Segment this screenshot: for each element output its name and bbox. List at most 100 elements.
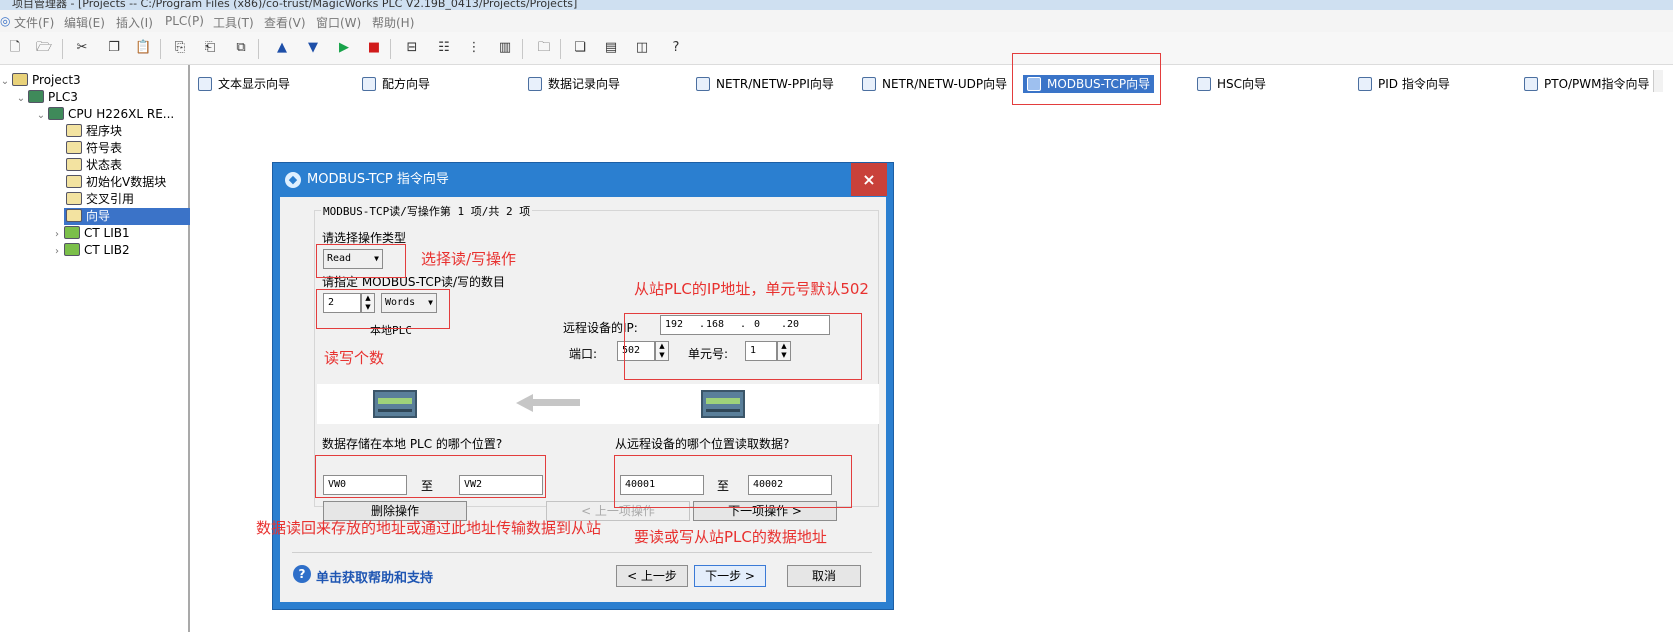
menu-help[interactable]: 帮助(H): [372, 14, 414, 31]
cut-icon[interactable]: ✂: [74, 40, 90, 56]
toolbar-separator: [560, 39, 561, 59]
data-block-icon: [66, 175, 82, 188]
document-icon: [1524, 77, 1538, 91]
menu-plc[interactable]: PLC(P): [165, 14, 204, 28]
project-icon: [12, 73, 28, 86]
library-icon: [64, 243, 80, 256]
tree-item-ct-lib2[interactable]: › CT LIB2: [52, 242, 130, 259]
remote-read-label: 从远程设备的哪个位置读取数据?: [615, 437, 790, 451]
toolbar-separator: [160, 39, 161, 59]
tree-item-wizard[interactable]: 向导: [64, 208, 190, 225]
local-store-label: 数据存储在本地 PLC 的哪个位置?: [322, 437, 503, 451]
tree-item-project[interactable]: ⌄ Project3: [0, 72, 81, 89]
text-display-icon: [198, 77, 212, 91]
wizard-pto-pwm[interactable]: PTO/PWM指令向导: [1524, 75, 1650, 93]
tree-icon[interactable]: ☷: [436, 40, 452, 56]
highlight-box-op-type: [316, 244, 406, 278]
close-button[interactable]: ×: [851, 163, 887, 196]
toolbar-separator: [390, 39, 391, 59]
local-plc-icon: [373, 390, 417, 418]
wizard-bar-scrollbar[interactable]: [1653, 70, 1663, 92]
arrow-left-icon: [532, 399, 580, 406]
menu-bar: ◎ 文件(F) 编辑(E) 插入(I) PLC(P) 工具(T) 查看(V) 窗…: [0, 10, 1673, 32]
open-folder-icon[interactable]: 🗁: [36, 40, 52, 56]
tree-item-cpu[interactable]: ⌄ CPU H226XL RE...: [36, 106, 174, 123]
status-icon[interactable]: ⊟: [404, 40, 420, 56]
symbol-table-icon: [66, 141, 82, 154]
wizard-icon: [66, 209, 82, 222]
paste-icon[interactable]: 📋: [135, 40, 151, 56]
group-title: MODBUS-TCP读/写操作第 1 项/共 2 项: [321, 203, 533, 219]
annotation-local-addr: 数据读回来存放的地址或通过此地址传输数据到从站: [256, 519, 602, 537]
toolbar-separator: [522, 39, 523, 59]
cross-reference-icon: [66, 192, 82, 205]
data-log-icon: [528, 77, 542, 91]
annotation-rw-count: 读写个数: [324, 349, 385, 367]
menu-edit[interactable]: 编辑(E): [64, 14, 105, 31]
menu-insert[interactable]: 插入(I): [116, 14, 153, 31]
tree-item-data-block[interactable]: 初始化V数据块: [64, 174, 166, 191]
tree-item-cross-reference[interactable]: 交叉引用: [64, 191, 134, 208]
wizard-netr-netw-udp[interactable]: NETR/NETW-UDP向导: [862, 75, 1007, 93]
collapse-icon[interactable]: ⌄: [36, 107, 46, 124]
program-block-icon: [66, 124, 82, 137]
tree-item-symbol-table[interactable]: 符号表: [64, 140, 122, 157]
import-icon[interactable]: ⎘: [172, 40, 188, 56]
arrow-left-head: [516, 394, 533, 412]
document-icon: [696, 77, 710, 91]
next-button[interactable]: 下一步 >: [694, 565, 766, 587]
folder-up-icon[interactable]: 🗀: [536, 40, 552, 56]
upload-icon[interactable]: ▲: [274, 40, 290, 56]
back-button[interactable]: < 上一步: [616, 565, 688, 587]
wizard-data-log[interactable]: 数据记录向导: [528, 75, 620, 93]
highlight-box-remote-addr: [614, 455, 852, 508]
compile-icon[interactable]: ⧉: [233, 40, 249, 56]
download-icon[interactable]: ▼: [305, 40, 321, 56]
list-icon[interactable]: ⋮: [466, 40, 482, 56]
collapse-icon[interactable]: ⌄: [0, 73, 10, 90]
annotation-op-select: 选择读/写操作: [421, 250, 517, 268]
help-link[interactable]: 单击获取帮助和支持: [316, 567, 433, 586]
tree-item-ct-lib1[interactable]: › CT LIB1: [52, 225, 130, 242]
menu-window[interactable]: 窗口(W): [316, 14, 361, 31]
tree-item-plc[interactable]: ⌄ PLC3: [16, 89, 78, 106]
copy-icon[interactable]: ❐: [106, 40, 122, 56]
table-icon[interactable]: ▥: [497, 40, 513, 56]
toolbar: 🗋 🗁 ✂ ❐ 📋 ⎘ ⎗ ⧉ ▲ ▼ ▶ ■ ⊟ ☷ ⋮ ▥ 🗀 ❏ ▤ ◫ …: [0, 32, 1673, 65]
cpu-icon: [48, 107, 64, 120]
dialog-title-bar[interactable]: ◆ MODBUS-TCP 指令向导: [273, 163, 893, 198]
wizard-text-display[interactable]: 文本显示向导: [198, 75, 290, 93]
remote-plc-icon: [701, 390, 745, 418]
layout-icon[interactable]: ▤: [603, 40, 619, 56]
wizard-recipe[interactable]: 配方向导: [362, 75, 430, 93]
tree-item-status-table[interactable]: 状态表: [64, 157, 122, 174]
annotation-remote-addr: 要读或写从站PLC的数据地址: [634, 528, 827, 546]
toolbar-separator: [258, 39, 259, 59]
expand-icon[interactable]: ›: [52, 226, 62, 243]
toolbar-separator: [62, 39, 63, 59]
split-icon[interactable]: ◫: [634, 40, 650, 56]
document-icon: [1197, 77, 1211, 91]
project-tree: ⌄ Project3 ⌄ PLC3 ⌄ CPU H226XL RE... 程序块 符号…: [0, 65, 190, 632]
wizard-app-icon: ◆: [285, 172, 301, 188]
help-context-icon[interactable]: ?: [668, 40, 684, 56]
new-file-icon[interactable]: 🗋: [7, 40, 23, 56]
expand-icon[interactable]: ›: [52, 243, 62, 260]
cancel-button[interactable]: 取消: [787, 565, 861, 587]
run-icon[interactable]: ▶: [336, 40, 352, 56]
highlight-box-local-addr: [315, 455, 546, 498]
help-icon[interactable]: ?: [293, 565, 311, 583]
status-table-icon: [66, 158, 82, 171]
wizard-hsc[interactable]: HSC向导: [1197, 75, 1266, 93]
menu-tools[interactable]: 工具(T): [213, 14, 254, 31]
tree-item-program-block[interactable]: 程序块: [64, 123, 122, 140]
wizard-netr-netw-ppi[interactable]: NETR/NETW-PPI向导: [696, 75, 834, 93]
export-icon[interactable]: ⎗: [202, 40, 218, 56]
menu-file[interactable]: 文件(F): [14, 14, 54, 31]
wizard-pid[interactable]: PID 指令向导: [1358, 75, 1450, 93]
collapse-icon[interactable]: ⌄: [16, 90, 26, 107]
menu-view[interactable]: 查看(V): [264, 14, 306, 31]
window-icon[interactable]: ❏: [572, 40, 588, 56]
stop-icon[interactable]: ■: [366, 40, 382, 56]
highlight-box-count: [316, 289, 450, 329]
